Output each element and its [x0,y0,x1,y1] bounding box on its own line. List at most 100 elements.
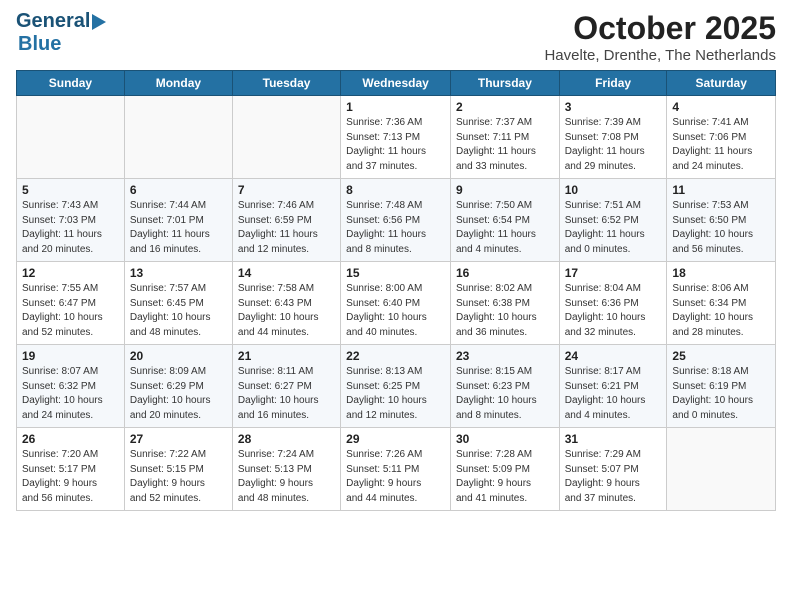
day-info: Sunrise: 7:20 AM Sunset: 5:17 PM Dayligh… [22,448,119,506]
calendar-cell: 12 Sunrise: 7:55 AM Sunset: 6:47 PM Dayli… [17,262,125,345]
calendar-cell: 8 Sunrise: 7:48 AM Sunset: 6:56 PM Daylig… [341,179,451,262]
day-header-monday: Monday [124,71,232,96]
day-number: 26 [22,432,119,446]
calendar-cell: 21Sunrise: 8:11 AM Sunset: 6:27 PM Dayli… [232,345,340,428]
logo-arrow-icon [92,14,106,30]
day-info: Sunrise: 8:02 AM Sunset: 6:38 PM Dayligh… [456,282,554,340]
day-number: 25 [672,349,770,363]
calendar-cell: 7 Sunrise: 7:46 AM Sunset: 6:59 PM Daylig… [232,179,340,262]
calendar-cell: 24Sunrise: 8:17 AM Sunset: 6:21 PM Dayli… [559,345,667,428]
day-info: Sunrise: 8:13 AM Sunset: 6:25 PM Dayligh… [346,365,445,423]
calendar-cell: 20 Sunrise: 8:09 AM Sunset: 6:29 PM Dayli… [124,345,232,428]
title-block: October 2025 Havelte, Drenthe, The Nethe… [544,10,776,64]
day-info: Sunrise: 8:00 AM Sunset: 6:40 PM Dayligh… [346,282,445,340]
calendar-cell: 27Sunrise: 7:22 AM Sunset: 5:15 PM Dayli… [124,428,232,511]
day-info: Sunrise: 8:18 AM Sunset: 6:19 PM Dayligh… [672,365,770,423]
calendar-cell: 25 Sunrise: 8:18 AM Sunset: 6:19 PM Dayli… [667,345,776,428]
day-number: 31 [565,432,662,446]
header: General Blue October 2025 Havelte, Drent… [16,10,776,64]
day-header-tuesday: Tuesday [232,71,340,96]
calendar-cell: 4Sunrise: 7:41 AM Sunset: 7:06 PM Daylig… [667,96,776,179]
day-number: 2 [456,100,554,114]
day-info: Sunrise: 8:09 AM Sunset: 6:29 PM Dayligh… [130,365,227,423]
calendar-cell: 16 Sunrise: 8:02 AM Sunset: 6:38 PM Dayli… [450,262,559,345]
week-row-4: 19Sunrise: 8:07 AM Sunset: 6:32 PM Dayli… [17,345,776,428]
day-info: Sunrise: 7:24 AM Sunset: 5:13 PM Dayligh… [238,448,335,506]
day-header-thursday: Thursday [450,71,559,96]
day-header-sunday: Sunday [17,71,125,96]
day-number: 20 [130,349,227,363]
calendar-cell [667,428,776,511]
day-info: Sunrise: 7:57 AM Sunset: 6:45 PM Dayligh… [130,282,227,340]
day-info: Sunrise: 7:55 AM Sunset: 6:47 PM Dayligh… [22,282,119,340]
page: General Blue October 2025 Havelte, Drent… [0,0,792,521]
calendar-cell: 30Sunrise: 7:28 AM Sunset: 5:09 PM Dayli… [450,428,559,511]
day-number: 3 [565,100,662,114]
calendar: SundayMondayTuesdayWednesdayThursdayFrid… [16,70,776,511]
calendar-cell [124,96,232,179]
calendar-cell: 17Sunrise: 8:04 AM Sunset: 6:36 PM Dayli… [559,262,667,345]
day-number: 23 [456,349,554,363]
calendar-cell [17,96,125,179]
calendar-cell: 2 Sunrise: 7:37 AM Sunset: 7:11 PM Daylig… [450,96,559,179]
day-info: Sunrise: 7:46 AM Sunset: 6:59 PM Dayligh… [238,199,335,257]
day-info: Sunrise: 7:48 AM Sunset: 6:56 PM Dayligh… [346,199,445,257]
day-info: Sunrise: 7:44 AM Sunset: 7:01 PM Dayligh… [130,199,227,257]
week-row-2: 5 Sunrise: 7:43 AM Sunset: 7:03 PM Daylig… [17,179,776,262]
day-header-saturday: Saturday [667,71,776,96]
day-info: Sunrise: 7:26 AM Sunset: 5:11 PM Dayligh… [346,448,445,506]
day-number: 9 [456,183,554,197]
day-number: 7 [238,183,335,197]
calendar-header: SundayMondayTuesdayWednesdayThursdayFrid… [17,71,776,96]
day-number: 22 [346,349,445,363]
week-row-5: 26 Sunrise: 7:20 AM Sunset: 5:17 PM Dayli… [17,428,776,511]
day-number: 10 [565,183,662,197]
day-number: 19 [22,349,119,363]
day-info: Sunrise: 7:43 AM Sunset: 7:03 PM Dayligh… [22,199,119,257]
calendar-cell: 29Sunrise: 7:26 AM Sunset: 5:11 PM Dayli… [341,428,451,511]
day-info: Sunrise: 7:22 AM Sunset: 5:15 PM Dayligh… [130,448,227,506]
days-header-row: SundayMondayTuesdayWednesdayThursdayFrid… [17,71,776,96]
day-number: 28 [238,432,335,446]
day-info: Sunrise: 7:36 AM Sunset: 7:13 PM Dayligh… [346,116,445,174]
calendar-cell: 19Sunrise: 8:07 AM Sunset: 6:32 PM Dayli… [17,345,125,428]
logo-line: General [16,10,106,33]
calendar-cell: 31 Sunrise: 7:29 AM Sunset: 5:07 PM Dayli… [559,428,667,511]
page-title: October 2025 [544,10,776,47]
day-number: 11 [672,183,770,197]
calendar-cell: 1 Sunrise: 7:36 AM Sunset: 7:13 PM Daylig… [341,96,451,179]
logo-blue: Blue [18,33,61,56]
calendar-cell [232,96,340,179]
day-number: 1 [346,100,445,114]
day-number: 8 [346,183,445,197]
day-info: Sunrise: 8:17 AM Sunset: 6:21 PM Dayligh… [565,365,662,423]
day-number: 5 [22,183,119,197]
day-info: Sunrise: 8:06 AM Sunset: 6:34 PM Dayligh… [672,282,770,340]
day-header-wednesday: Wednesday [341,71,451,96]
day-info: Sunrise: 8:04 AM Sunset: 6:36 PM Dayligh… [565,282,662,340]
logo-general: General [16,10,90,33]
calendar-cell: 14 Sunrise: 7:58 AM Sunset: 6:43 PM Dayli… [232,262,340,345]
day-info: Sunrise: 7:51 AM Sunset: 6:52 PM Dayligh… [565,199,662,257]
calendar-cell: 11Sunrise: 7:53 AM Sunset: 6:50 PM Dayli… [667,179,776,262]
day-number: 16 [456,266,554,280]
calendar-body: 1 Sunrise: 7:36 AM Sunset: 7:13 PM Daylig… [17,96,776,511]
week-row-1: 1 Sunrise: 7:36 AM Sunset: 7:13 PM Daylig… [17,96,776,179]
day-info: Sunrise: 7:58 AM Sunset: 6:43 PM Dayligh… [238,282,335,340]
day-info: Sunrise: 7:29 AM Sunset: 5:07 PM Dayligh… [565,448,662,506]
calendar-cell: 22 Sunrise: 8:13 AM Sunset: 6:25 PM Dayli… [341,345,451,428]
calendar-cell: 18Sunrise: 8:06 AM Sunset: 6:34 PM Dayli… [667,262,776,345]
day-number: 15 [346,266,445,280]
day-info: Sunrise: 7:39 AM Sunset: 7:08 PM Dayligh… [565,116,662,174]
day-number: 14 [238,266,335,280]
calendar-cell: 26 Sunrise: 7:20 AM Sunset: 5:17 PM Dayli… [17,428,125,511]
calendar-cell: 3 Sunrise: 7:39 AM Sunset: 7:08 PM Daylig… [559,96,667,179]
calendar-cell: 28 Sunrise: 7:24 AM Sunset: 5:13 PM Dayli… [232,428,340,511]
day-info: Sunrise: 8:15 AM Sunset: 6:23 PM Dayligh… [456,365,554,423]
day-number: 6 [130,183,227,197]
calendar-cell: 13Sunrise: 7:57 AM Sunset: 6:45 PM Dayli… [124,262,232,345]
day-number: 12 [22,266,119,280]
day-info: Sunrise: 7:37 AM Sunset: 7:11 PM Dayligh… [456,116,554,174]
calendar-cell: 6 Sunrise: 7:44 AM Sunset: 7:01 PM Daylig… [124,179,232,262]
calendar-cell: 15 Sunrise: 8:00 AM Sunset: 6:40 PM Dayli… [341,262,451,345]
